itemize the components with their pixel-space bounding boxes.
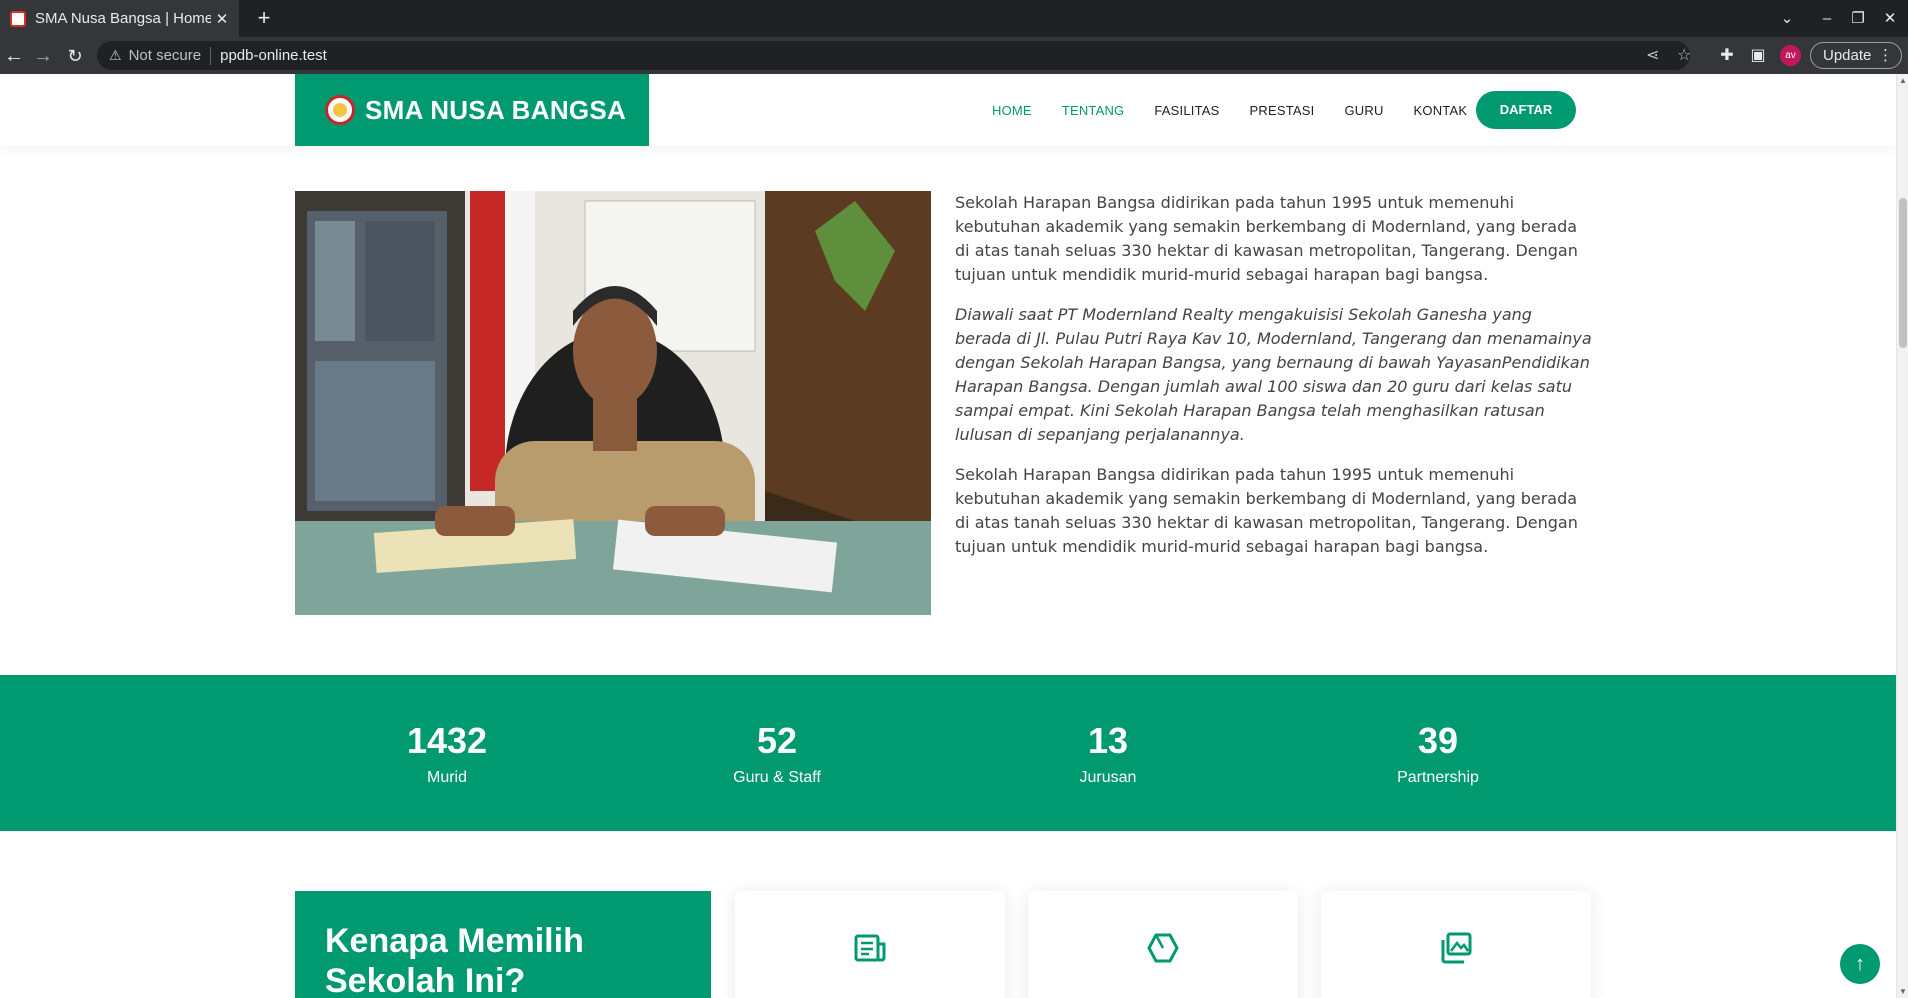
browser-tab-bar: SMA Nusa Bangsa | Home ✕ + ⌄ – ❐ ✕ bbox=[0, 0, 1908, 37]
address-separator bbox=[210, 46, 212, 65]
stat-murid: 1432 Murid bbox=[327, 675, 567, 787]
stats-band: 1432 Murid 52 Guru & Staff 13 Jurusan 39… bbox=[0, 675, 1896, 831]
page-scrollbar[interactable]: ▲ ▼ bbox=[1896, 74, 1908, 998]
school-emblem-icon bbox=[325, 95, 355, 125]
stat-value: 13 bbox=[1087, 720, 1129, 761]
nav-guru[interactable]: GURU bbox=[1344, 103, 1383, 118]
feature-card[interactable] bbox=[735, 891, 1005, 998]
back-to-top-button[interactable]: ↑ bbox=[1840, 944, 1880, 984]
stat-jurusan: 13 Jurusan bbox=[988, 675, 1228, 787]
stat-partnership: 39 Partnership bbox=[1318, 675, 1558, 787]
side-panel-icon[interactable]: ▣ bbox=[1744, 41, 1772, 70]
tab-close-icon[interactable]: ✕ bbox=[211, 10, 233, 28]
site-logo[interactable]: SMA NUSA BANGSA bbox=[295, 74, 649, 146]
stat-value: 52 bbox=[756, 720, 798, 761]
share-icon[interactable]: ⋖ bbox=[1646, 41, 1659, 70]
nav-home[interactable]: HOME bbox=[992, 103, 1032, 118]
site-header: SMA NUSA BANGSA HOME TENTANG FASILITAS P… bbox=[0, 74, 1896, 146]
newspaper-icon bbox=[854, 934, 886, 962]
browser-toolbar: ← → ↻ ⚠ Not secure ppdb-online.test ⋖ ☆ … bbox=[0, 37, 1908, 74]
feature-card[interactable] bbox=[1028, 891, 1298, 998]
stat-label: Guru & Staff bbox=[733, 769, 821, 786]
update-label: Update bbox=[1823, 47, 1872, 64]
site-favicon-icon bbox=[10, 10, 26, 27]
principal-photo bbox=[295, 191, 931, 615]
about-paragraph-italic: Diawali saat PT Modernland Realty mengak… bbox=[955, 305, 1592, 444]
stat-value: 1432 bbox=[406, 720, 488, 761]
security-label: Not secure bbox=[128, 47, 202, 64]
feature-card[interactable] bbox=[1321, 891, 1591, 998]
browser-tab[interactable]: SMA Nusa Bangsa | Home ✕ bbox=[0, 0, 239, 37]
why-card: Kenapa Memilih Sekolah Ini? bbox=[295, 891, 711, 998]
why-title: Kenapa Memilih Sekolah Ini? bbox=[325, 922, 584, 998]
brand-name: SMA NUSA BANGSA bbox=[365, 94, 627, 125]
back-arrow-icon[interactable]: ← bbox=[0, 42, 28, 70]
more-menu-icon[interactable]: ⋮ bbox=[1878, 43, 1893, 68]
nav-kontak[interactable]: KONTAK bbox=[1414, 103, 1468, 118]
stat-guru-staff: 52 Guru & Staff bbox=[657, 675, 897, 787]
about-text: Sekolah Harapan Bangsa didirikan pada ta… bbox=[955, 191, 1593, 575]
about-paragraph: Sekolah Harapan Bangsa didirikan pada ta… bbox=[955, 193, 1578, 284]
stat-label: Murid bbox=[426, 769, 467, 786]
url-text: ppdb-online.test bbox=[220, 47, 327, 64]
address-bar[interactable]: ⚠ Not secure ppdb-online.test bbox=[97, 41, 1690, 70]
bookmark-star-icon[interactable]: ☆ bbox=[1677, 41, 1691, 70]
update-button[interactable]: Update ⋮ bbox=[1810, 42, 1902, 69]
stat-label: Partnership bbox=[1397, 769, 1479, 786]
main-nav: HOME TENTANG FASILITAS PRESTASI GURU KON… bbox=[992, 74, 1497, 146]
hexagon-icon bbox=[1147, 933, 1179, 963]
warning-icon: ⚠ bbox=[109, 47, 122, 63]
page-viewport: SMA NUSA BANGSA HOME TENTANG FASILITAS P… bbox=[0, 74, 1908, 998]
new-tab-button[interactable]: + bbox=[250, 4, 278, 32]
profile-avatar[interactable]: av bbox=[1780, 45, 1801, 66]
nav-prestasi[interactable]: PRESTASI bbox=[1250, 103, 1315, 118]
stat-label: Jurusan bbox=[1079, 769, 1137, 786]
nav-fasilitas[interactable]: FASILITAS bbox=[1154, 103, 1219, 118]
scroll-up-icon[interactable]: ▲ bbox=[1897, 76, 1908, 85]
about-paragraph: Sekolah Harapan Bangsa didirikan pada ta… bbox=[955, 465, 1578, 556]
minimize-window-button[interactable]: – bbox=[1812, 0, 1842, 37]
daftar-button[interactable]: DAFTAR bbox=[1476, 91, 1576, 129]
close-window-button[interactable]: ✕ bbox=[1875, 0, 1905, 37]
scroll-down-icon[interactable]: ▼ bbox=[1897, 987, 1908, 996]
forward-arrow-icon[interactable]: → bbox=[29, 42, 57, 70]
restore-window-button[interactable]: ❐ bbox=[1843, 0, 1873, 37]
extensions-puzzle-icon[interactable]: ✚ bbox=[1713, 41, 1741, 70]
reload-icon[interactable]: ↻ bbox=[61, 42, 89, 70]
tab-title: SMA Nusa Bangsa | Home bbox=[35, 10, 211, 27]
images-icon bbox=[1441, 932, 1472, 964]
nav-tentang[interactable]: TENTANG bbox=[1062, 103, 1125, 118]
scrollbar-thumb[interactable] bbox=[1899, 198, 1907, 348]
stat-value: 39 bbox=[1417, 720, 1459, 761]
tab-search-icon[interactable]: ⌄ bbox=[1772, 0, 1802, 37]
